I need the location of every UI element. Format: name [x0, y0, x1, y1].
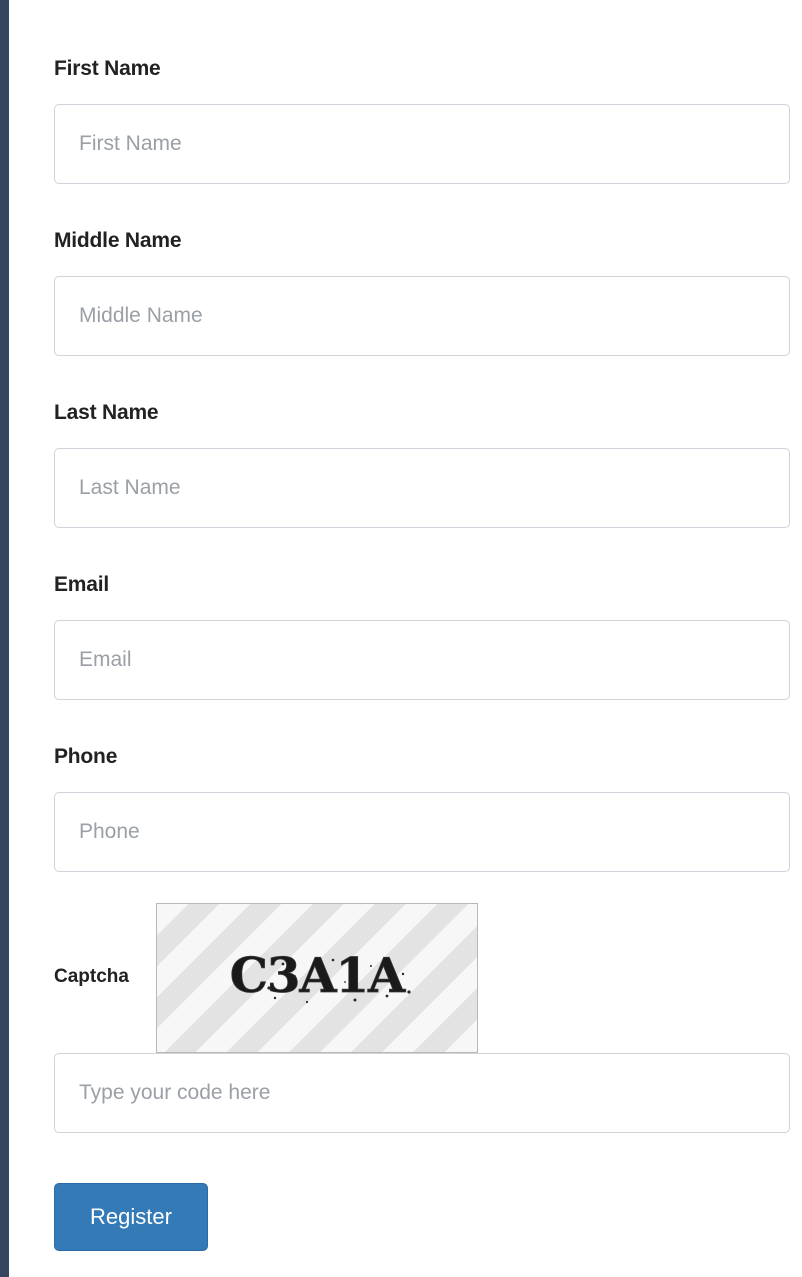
middle-name-input[interactable]	[54, 276, 790, 356]
captcha-label: Captcha	[54, 966, 129, 987]
last-name-label: Last Name	[54, 401, 159, 424]
captcha-code-graphic: C3A1A	[229, 948, 411, 1004]
phone-input[interactable]	[54, 792, 790, 872]
phone-label: Phone	[54, 745, 118, 768]
captcha-image: C3A1A	[156, 903, 478, 1053]
last-name-input[interactable]	[54, 448, 790, 528]
email-input[interactable]	[54, 620, 790, 700]
first-name-input[interactable]	[54, 104, 790, 184]
captcha-code-text: C3A1A	[230, 948, 406, 1004]
captcha-code-input[interactable]	[54, 1053, 790, 1133]
email-label: Email	[54, 573, 110, 596]
first-name-label: First Name	[54, 57, 161, 80]
middle-name-label: Middle Name	[54, 229, 182, 252]
register-button[interactable]: Register	[54, 1183, 208, 1251]
registration-form: First Name Middle Name Last Name Email P…	[0, 0, 802, 1277]
